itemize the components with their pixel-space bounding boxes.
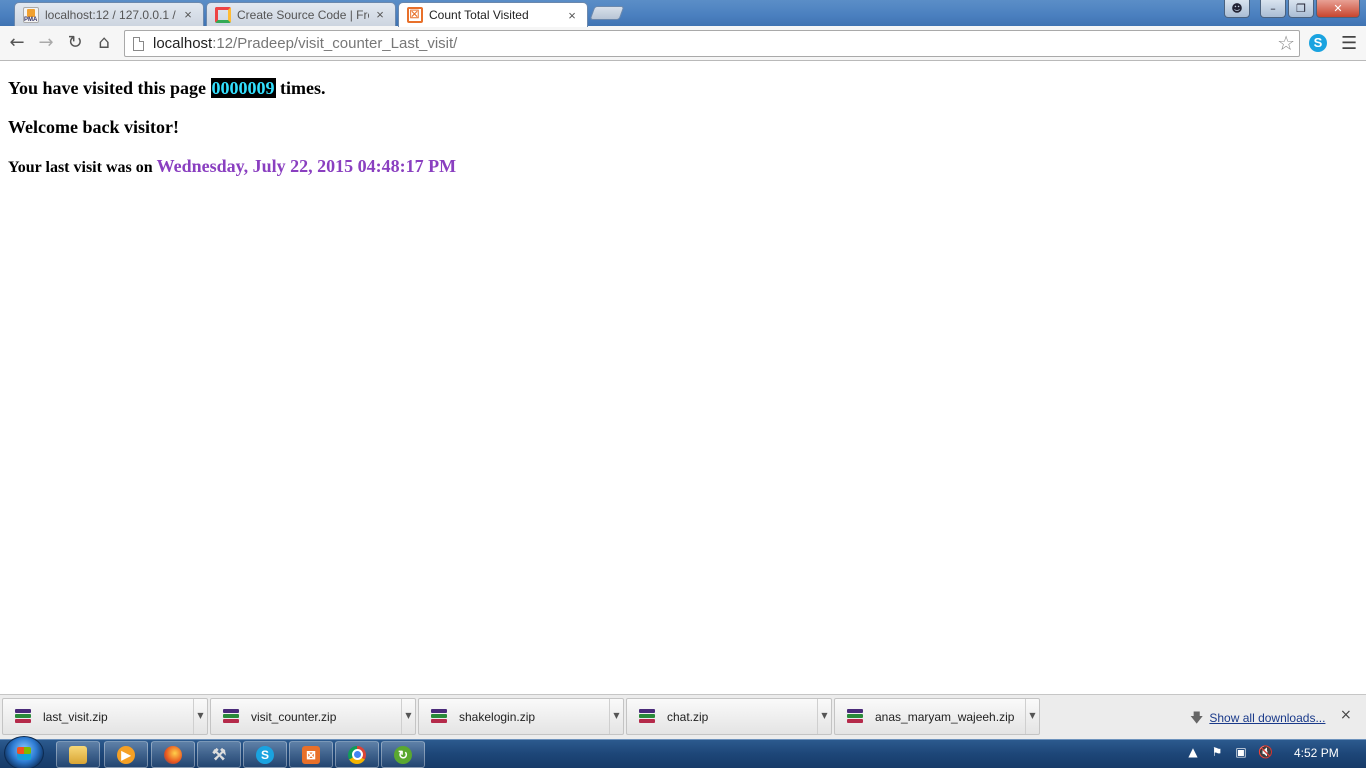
download-shelf: last_visit.zip ▼ visit_counter.zip ▼ sha… <box>0 694 1366 739</box>
action-center-flag-icon[interactable]: ⚑ <box>1210 745 1224 759</box>
download-filename: shakelogin.zip <box>459 709 536 724</box>
visit-count-line: You have visited this page 0000009 times… <box>8 78 326 99</box>
url-text: localhost:12/Pradeep/visit_counter_Last_… <box>153 35 457 52</box>
bookmark-star-icon[interactable]: ☆ <box>1277 31 1295 56</box>
page-content: You have visited this page 0000009 times… <box>0 62 1366 694</box>
skype-icon: S <box>256 745 274 764</box>
archive-icon <box>639 708 655 725</box>
tab-count-total-visited[interactable]: Count Total Visited × <box>398 2 588 27</box>
archive-icon <box>431 708 447 725</box>
taskbar: ▶ ⚒ S ⊠ ↻ ▲ ⚑ ▣ 🔇 4:52 PM <box>0 736 1366 768</box>
address-bar[interactable]: localhost:12/Pradeep/visit_counter_Last_… <box>124 30 1300 57</box>
visit-counter: 0000009 <box>210 78 276 98</box>
welcome-message: Welcome back visitor! <box>8 117 179 137</box>
taskbar-explorer[interactable] <box>56 741 100 768</box>
download-filename: chat.zip <box>667 709 709 724</box>
tab-title: Count Total Visited <box>429 8 529 22</box>
media-player-icon: ▶ <box>117 745 135 764</box>
home-icon[interactable]: ⌂ <box>91 31 117 55</box>
close-icon[interactable]: × <box>373 7 387 22</box>
window-controls: ☻ – ❐ ✕ <box>1224 0 1360 18</box>
forward-arrow-icon[interactable]: → <box>33 31 59 55</box>
last-visit-date: Wednesday, July 22, 2015 04:48:17 PM <box>156 156 457 176</box>
xampp-icon <box>407 6 423 23</box>
start-button[interactable] <box>4 736 44 768</box>
chrome-icon <box>348 745 366 764</box>
last-visit-prefix: Your last visit was on <box>8 159 153 176</box>
download-item[interactable]: anas_maryam_wajeeh.zip ▼ <box>834 698 1040 735</box>
archive-icon <box>223 708 239 725</box>
taskbar-media-player[interactable]: ▶ <box>104 741 148 768</box>
system-tray: ▲ ⚑ ▣ 🔇 <box>1186 745 1273 759</box>
download-arrow-icon: 🡇 <box>1190 710 1204 725</box>
back-arrow-icon[interactable]: ← <box>4 31 30 55</box>
dropdown-arrow-icon[interactable]: ▼ <box>193 699 207 734</box>
archive-icon <box>847 708 863 725</box>
tools-icon: ⚒ <box>211 746 227 764</box>
download-item[interactable]: shakelogin.zip ▼ <box>418 698 624 735</box>
explorer-icon <box>69 745 87 764</box>
download-item[interactable]: last_visit.zip ▼ <box>2 698 208 735</box>
dropdown-arrow-icon[interactable]: ▼ <box>401 699 415 734</box>
green-app-icon: ↻ <box>394 745 412 764</box>
new-tab-button[interactable] <box>589 6 625 20</box>
clock[interactable]: 4:52 PM <box>1294 746 1339 760</box>
taskbar-green-app[interactable]: ↻ <box>381 741 425 768</box>
close-shelf-button[interactable]: × <box>1340 707 1352 723</box>
dropdown-arrow-icon[interactable]: ▼ <box>609 699 623 734</box>
tab-create-source-code[interactable]: Create Source Code | Free × <box>206 2 396 26</box>
download-filename: last_visit.zip <box>43 709 108 724</box>
tab-phpmyadmin[interactable]: localhost:12 / 127.0.0.1 / v × <box>14 2 204 26</box>
minimize-button[interactable]: – <box>1260 0 1286 18</box>
visit-count-suffix: times. <box>280 78 326 98</box>
page-icon <box>133 36 144 51</box>
download-filename: visit_counter.zip <box>251 709 337 724</box>
show-all-downloads-link[interactable]: 🡇 Show all downloads... <box>1190 709 1325 731</box>
user-profile-icon[interactable]: ☻ <box>1224 0 1250 18</box>
skype-extension-icon[interactable]: S <box>1309 34 1327 52</box>
url-path: :12/Pradeep/visit_counter_Last_visit/ <box>212 35 458 52</box>
reload-icon[interactable]: ↻ <box>62 31 88 55</box>
archive-icon <box>15 708 31 725</box>
taskbar-chrome[interactable] <box>335 741 379 768</box>
url-host: localhost <box>153 35 213 52</box>
volume-muted-icon[interactable]: 🔇 <box>1258 745 1273 759</box>
download-item[interactable]: chat.zip ▼ <box>626 698 832 735</box>
taskbar-skype[interactable]: S <box>243 741 287 768</box>
download-item[interactable]: visit_counter.zip ▼ <box>210 698 416 735</box>
taskbar-firefox[interactable] <box>151 741 195 768</box>
browser-toolbar: ← → ↻ ⌂ localhost:12/Pradeep/visit_count… <box>0 26 1366 61</box>
firefox-icon <box>164 745 182 764</box>
window-close-button[interactable]: ✕ <box>1316 0 1360 18</box>
close-icon[interactable]: × <box>181 7 195 22</box>
tab-title: localhost:12 / 127.0.0.1 / v <box>45 7 177 22</box>
phpmyadmin-icon <box>23 6 39 23</box>
download-filename: anas_maryam_wajeeh.zip <box>875 709 1015 724</box>
show-all-label: Show all downloads... <box>1209 711 1326 725</box>
title-bar: localhost:12 / 127.0.0.1 / v × Create So… <box>0 0 1366 27</box>
menu-icon[interactable]: ☰ <box>1341 33 1357 54</box>
google-icon <box>215 6 231 23</box>
xampp-icon: ⊠ <box>302 745 320 764</box>
maximize-button[interactable]: ❐ <box>1288 0 1314 18</box>
network-icon[interactable]: ▣ <box>1234 745 1248 759</box>
last-visit-line: Your last visit was on Wednesday, July 2… <box>8 156 456 177</box>
show-hidden-icons-icon[interactable]: ▲ <box>1186 745 1200 759</box>
taskbar-xampp[interactable]: ⊠ <box>289 741 333 768</box>
dropdown-arrow-icon[interactable]: ▼ <box>1025 699 1039 734</box>
tab-title: Create Source Code | Free <box>237 7 369 22</box>
visit-count-prefix: You have visited this page <box>8 78 207 98</box>
taskbar-tools[interactable]: ⚒ <box>197 741 241 768</box>
close-icon[interactable]: × <box>565 8 579 23</box>
dropdown-arrow-icon[interactable]: ▼ <box>817 699 831 734</box>
